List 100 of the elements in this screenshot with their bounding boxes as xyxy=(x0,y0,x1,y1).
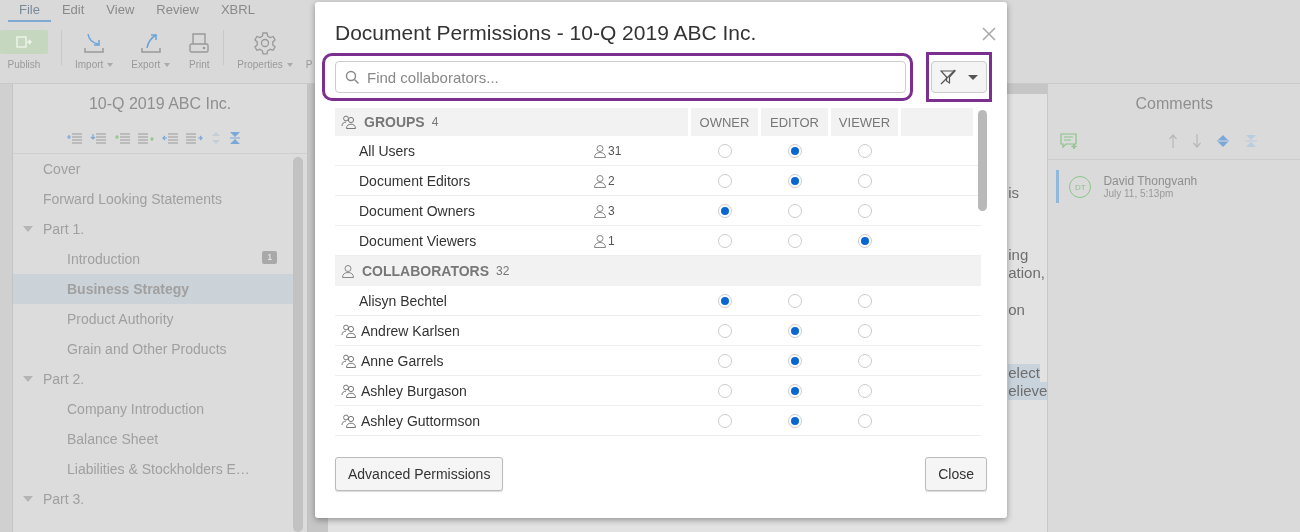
person-icon xyxy=(341,264,355,278)
radio-button[interactable] xyxy=(717,293,732,308)
expand-arrows-icon[interactable] xyxy=(1216,134,1231,148)
column-header: VIEWER xyxy=(831,108,898,136)
search-field[interactable]: Find collaborators... xyxy=(335,61,906,93)
radio-button[interactable] xyxy=(717,203,732,218)
toolbar-button[interactable]: Properties xyxy=(228,22,302,83)
comment-card[interactable]: DT David Thongvanh July 11, 5:13pm xyxy=(1056,170,1300,203)
person-icon xyxy=(593,233,607,248)
tray-arrow-in-icon xyxy=(82,31,107,55)
section-count: 32 xyxy=(496,264,510,278)
permission-name: Anne Garrels xyxy=(361,352,444,369)
toolbar-button[interactable]: Export xyxy=(122,22,180,83)
up-arrow-icon[interactable] xyxy=(1168,134,1179,148)
radio-button[interactable] xyxy=(857,413,872,428)
radio-button[interactable] xyxy=(717,173,732,188)
radio-button[interactable] xyxy=(857,353,872,368)
outline-item[interactable]: Liabilities & Stockholders E… xyxy=(13,454,294,484)
close-button[interactable]: Close xyxy=(925,457,987,491)
gear-icon xyxy=(253,31,278,55)
document-text: on xyxy=(1008,301,1025,319)
crossed-filter-icon xyxy=(940,69,956,85)
radio-button[interactable] xyxy=(717,233,732,248)
radio-button[interactable] xyxy=(787,353,802,368)
add-comment-icon[interactable] xyxy=(1060,133,1079,149)
radio-button[interactable] xyxy=(717,323,732,338)
outline-item[interactable]: Product Authority xyxy=(13,304,294,334)
outline-item[interactable]: Balance Sheet xyxy=(13,424,294,454)
radio-button[interactable] xyxy=(787,323,802,338)
publish-button[interactable]: Publish xyxy=(0,22,57,83)
outline-item[interactable]: Part 2. xyxy=(13,364,294,394)
list-arrow-icon[interactable] xyxy=(113,131,131,145)
panel-title: Comments xyxy=(1134,94,1214,114)
radio-button[interactable] xyxy=(787,203,802,218)
list-arrow-icon[interactable] xyxy=(161,131,179,145)
scrollbar-thumb[interactable] xyxy=(978,110,987,211)
toolbar-button[interactable]: P xyxy=(301,22,313,83)
outline-item[interactable]: Forward Looking Statements xyxy=(13,184,294,214)
radio-button[interactable] xyxy=(857,293,872,308)
filter-dropdown-button[interactable] xyxy=(931,61,987,93)
outline-item-label: Business Strategy xyxy=(67,281,190,297)
outline-item-label: Grain and Other Products xyxy=(67,341,227,357)
permission-name: Document Viewers xyxy=(359,232,477,249)
close-button[interactable] xyxy=(981,26,997,42)
toolbar-button[interactable]: Print xyxy=(179,22,220,83)
outline-item[interactable]: Company Introduction xyxy=(13,394,294,424)
member-count: 31 xyxy=(608,143,622,158)
radio-button[interactable] xyxy=(717,143,732,158)
radio-button[interactable] xyxy=(857,203,872,218)
radio-button[interactable] xyxy=(857,233,872,248)
member-count: 3 xyxy=(608,203,615,218)
radio-button[interactable] xyxy=(787,173,802,188)
down-arrow-icon[interactable] xyxy=(1192,134,1203,148)
radio-button[interactable] xyxy=(857,323,872,338)
document-text: elieve xyxy=(1008,382,1048,400)
permission-name: Document Owners xyxy=(359,202,475,219)
section-count: 4 xyxy=(431,115,439,129)
outline-item[interactable]: Part 1. xyxy=(13,214,294,244)
list-arrow-icon[interactable] xyxy=(89,131,107,145)
collapse-arrows-icon[interactable] xyxy=(1244,134,1259,148)
person-icon xyxy=(593,173,607,188)
close-icon xyxy=(981,26,997,42)
menu-item[interactable]: Review xyxy=(145,2,210,22)
outline-item[interactable]: Cover xyxy=(13,154,294,184)
member-count: 1 xyxy=(608,233,615,248)
radio-button[interactable] xyxy=(787,143,802,158)
outline-item[interactable]: Business Strategy xyxy=(13,274,294,304)
outline-item[interactable]: Grain and Other Products xyxy=(13,334,294,364)
radio-button[interactable] xyxy=(857,143,872,158)
radio-button[interactable] xyxy=(787,233,802,248)
radio-button[interactable] xyxy=(717,383,732,398)
outline-item-label: Forward Looking Statements xyxy=(43,191,222,207)
column-header: EDITOR xyxy=(761,108,828,136)
menu-item[interactable]: View xyxy=(95,2,146,22)
radio-button[interactable] xyxy=(787,383,802,398)
toolbar-button[interactable]: Import xyxy=(66,22,123,83)
radio-button[interactable] xyxy=(857,173,872,188)
list-arrow-icon[interactable] xyxy=(137,131,155,145)
advanced-permissions-button[interactable]: Advanced Permissions xyxy=(335,457,504,491)
outline-item-label: Balance Sheet xyxy=(67,431,159,447)
scrollbar-thumb[interactable] xyxy=(293,157,304,532)
permission-name: Document Editors xyxy=(359,172,471,189)
list-arrow-icon[interactable] xyxy=(65,131,83,145)
outline-item[interactable]: Introduction 1 xyxy=(13,244,294,274)
permission-name: Alisyn Bechtel xyxy=(359,292,447,309)
person-icon xyxy=(593,143,607,158)
radio-button[interactable] xyxy=(787,413,802,428)
list-arrow-icon[interactable] xyxy=(185,131,203,145)
menu-item[interactable]: Edit xyxy=(50,2,96,22)
printer-icon xyxy=(188,31,211,55)
radio-button[interactable] xyxy=(717,353,732,368)
outline-item-label: Part 2. xyxy=(43,371,85,387)
outline-item[interactable]: Part 3. xyxy=(13,484,294,514)
radio-button[interactable] xyxy=(717,413,732,428)
collapse-arrows-icon[interactable] xyxy=(228,131,241,145)
radio-button[interactable] xyxy=(787,293,802,308)
publish-icon xyxy=(16,36,32,48)
menu-item[interactable]: XBRL xyxy=(209,2,266,22)
radio-button[interactable] xyxy=(857,383,872,398)
people-icon xyxy=(341,115,357,129)
